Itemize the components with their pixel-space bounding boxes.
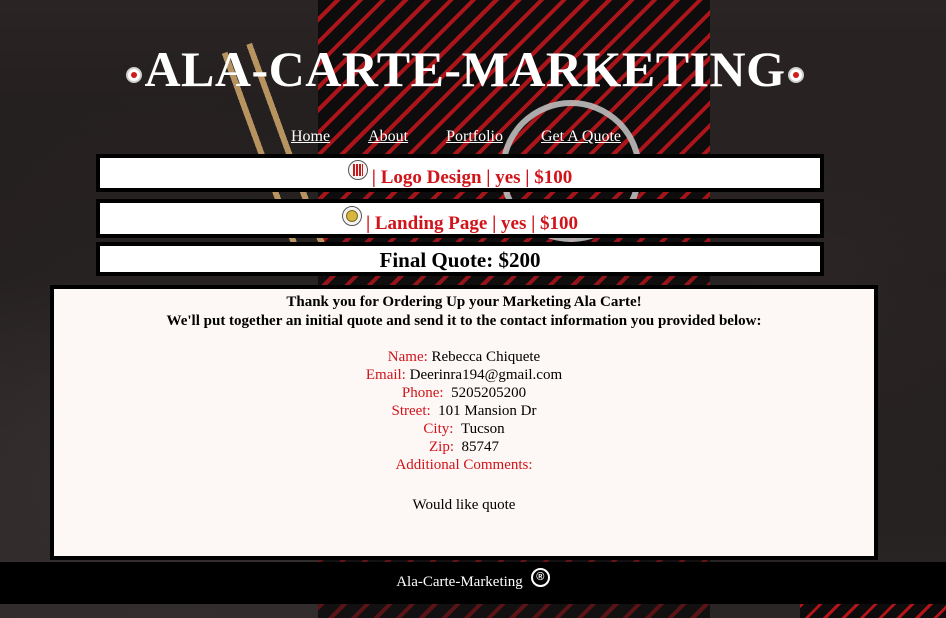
confirmation-panel: Thank you for Ordering Up your Marketing…: [50, 285, 878, 560]
email-row: Email: Deerinra194@gmail.com: [54, 366, 874, 384]
street-value: 101 Mansion Dr: [438, 403, 537, 419]
email-value: Deerinra194@gmail.com: [409, 367, 563, 383]
site-title: ALA-CARTE-MARKETING: [0, 40, 930, 98]
nav-home[interactable]: Home: [291, 128, 330, 145]
quote-item-landing-page: | Landing Page | yes | $100: [96, 199, 824, 238]
nav-about[interactable]: About: [368, 128, 408, 145]
logo-design-icon: [347, 160, 368, 180]
contact-info: Name: Rebecca Chiquete Email: Deerinra19…: [54, 348, 874, 474]
city-row: City: Tucson: [54, 420, 874, 438]
comments-label: Additional Comments:: [395, 457, 533, 473]
final-quote-text: Final Quote: $200: [379, 248, 541, 272]
quote-item-text: | Landing Page | yes | $100: [365, 213, 579, 234]
city-label: City:: [423, 421, 454, 437]
phone-row: Phone: 5205205200: [54, 384, 874, 402]
main-nav: Home About Portfolio Get A Quote: [0, 128, 912, 146]
street-label: Street:: [391, 403, 431, 419]
street-row: Street: 101 Mansion Dr: [54, 402, 874, 420]
zip-label: Zip:: [429, 439, 454, 455]
nav-get-a-quote[interactable]: Get A Quote: [541, 128, 621, 145]
site-title-text: ALA-CARTE-MARKETING: [144, 41, 786, 97]
footer-text: Ala-Carte-Marketing: [396, 574, 523, 590]
phone-label: Phone:: [401, 385, 444, 401]
phone-value: 5205205200: [451, 385, 527, 401]
zip-value: 85747: [461, 439, 500, 455]
bullet-left-icon: [126, 66, 143, 83]
comments-row: Additional Comments:: [54, 456, 874, 474]
quote-item-logo-design: | Logo Design | yes | $100: [96, 154, 824, 192]
registered-icon: ®: [530, 568, 550, 587]
bullet-right-icon: [787, 66, 804, 83]
landing-page-icon: [341, 206, 362, 226]
zip-row: Zip: 85747: [54, 438, 874, 456]
name-label: Name:: [387, 349, 428, 365]
final-quote: Final Quote: $200: [96, 242, 824, 276]
quote-item-text: | Logo Design | yes | $100: [371, 167, 573, 188]
name-row: Name: Rebecca Chiquete: [54, 348, 874, 366]
quote-info-heading: We'll put together an initial quote and …: [166, 313, 762, 329]
comments-value: Would like quote: [412, 497, 516, 513]
email-label: Email:: [365, 367, 406, 383]
nav-portfolio[interactable]: Portfolio: [446, 128, 503, 145]
name-value: Rebecca Chiquete: [431, 349, 541, 365]
city-value: Tucson: [460, 421, 505, 437]
thank-you-heading: Thank you for Ordering Up your Marketing…: [286, 294, 642, 310]
footer: Ala-Carte-Marketing ®: [0, 562, 946, 604]
